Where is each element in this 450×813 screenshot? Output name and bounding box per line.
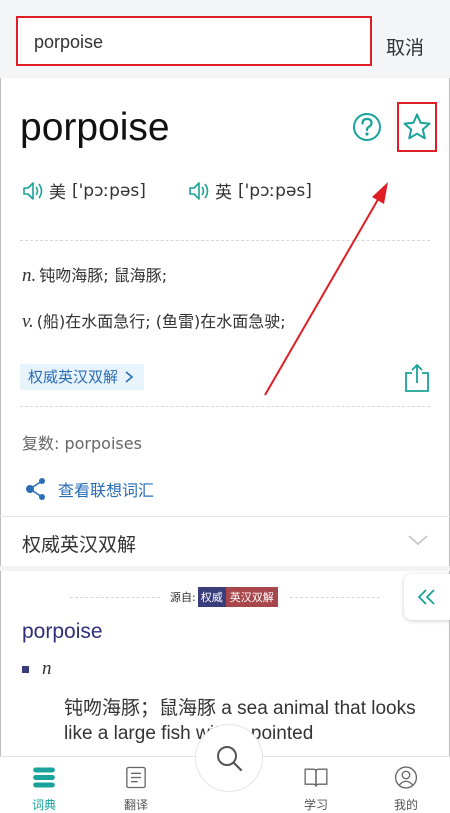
pron-region: 美 (49, 183, 66, 203)
dictionary-icon (33, 767, 55, 788)
bullet-marker (22, 666, 29, 673)
definition-text: (船)在水面急行; (鱼雷)在水面急驶; (36, 312, 286, 331)
related-words-link[interactable]: 查看联想词汇 (22, 476, 154, 502)
authority-chip[interactable]: 权威英汉双解 (20, 364, 145, 390)
divider (70, 597, 160, 599)
search-icon (217, 746, 243, 772)
authority-chip-label: 权威英汉双解 (28, 368, 119, 386)
divider (20, 240, 430, 241)
collapse-panel-button[interactable] (404, 574, 450, 620)
tab-label: 词典 (31, 798, 56, 812)
section-gap (0, 566, 450, 571)
share-button[interactable] (403, 363, 431, 397)
section-title[interactable]: 权威英汉双解 (22, 530, 136, 557)
pron-ipa: ['pɔːpəs] (238, 180, 312, 201)
related-words-label: 查看联想词汇 (58, 481, 155, 500)
source-badge-authority: 权威 (197, 587, 226, 607)
bilingual-headword: porpoise (22, 620, 103, 643)
search-box[interactable] (16, 16, 372, 66)
speaker-icon (23, 181, 43, 200)
divider (0, 516, 450, 517)
tab-label: 学习 (303, 798, 328, 812)
search-input[interactable] (32, 18, 356, 66)
tab-dictionary[interactable]: 词典 (14, 757, 74, 813)
share-icon (405, 364, 429, 392)
star-icon (403, 113, 431, 140)
cancel-button[interactable]: 取消 (386, 33, 424, 60)
tab-translate[interactable]: 翻译 (106, 757, 166, 813)
divider (290, 597, 380, 599)
translate-icon (126, 766, 146, 789)
tab-study[interactable]: 学习 (286, 757, 346, 813)
pron-uk[interactable]: 英 ['pɔːpəs] (188, 178, 312, 203)
definition-text: 钝吻海豚; 鼠海豚; (39, 266, 168, 285)
user-icon (394, 766, 418, 789)
network-icon (26, 478, 45, 500)
favorite-button[interactable] (397, 102, 437, 152)
double-chevron-left-icon (417, 589, 435, 605)
headword: porpoise (20, 106, 170, 149)
pron-region: 英 (215, 183, 232, 203)
source-badge-bilingual: 英汉双解 (225, 587, 278, 607)
help-icon[interactable] (352, 112, 381, 141)
tab-label: 翻译 (123, 798, 148, 812)
definition-row: n. 钝吻海豚; 鼠海豚; (22, 262, 167, 287)
source-label-row: 源自: 权威 英汉双解 (170, 587, 278, 607)
pron-us[interactable]: 美 ['pɔːpəs] (22, 178, 146, 203)
bilingual-pos: n (42, 658, 52, 679)
pron-ipa: ['pɔːpəs] (72, 180, 146, 201)
speaker-icon (189, 181, 209, 200)
source-prefix: 源自: (170, 591, 196, 604)
definition-pos: v. (22, 311, 34, 332)
book-icon (304, 768, 328, 787)
chevron-down-icon[interactable] (406, 532, 430, 552)
search-fab[interactable] (195, 724, 263, 792)
tab-label: 我的 (393, 798, 418, 812)
definition-pos: n. (22, 265, 37, 286)
divider (20, 406, 430, 407)
tab-profile[interactable]: 我的 (376, 757, 436, 813)
definition-row: v. (船)在水面急行; (鱼雷)在水面急驶; (22, 308, 286, 333)
chevron-right-icon (125, 371, 134, 383)
plural-form: 复数: porpoises (22, 434, 142, 453)
search-header: 取消 (0, 0, 450, 78)
